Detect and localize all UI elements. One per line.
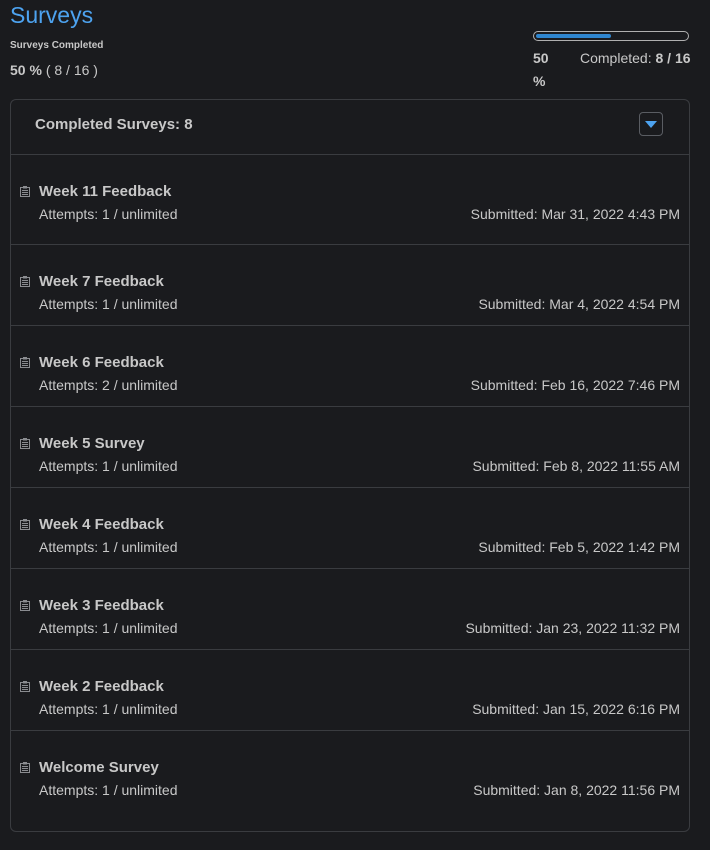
survey-list: Week 11 Feedback Attempts: 1 / unlimited S… [11, 155, 689, 811]
survey-row: Week 3 Feedback Attempts: 1 / unlimited Su… [11, 569, 689, 650]
survey-submitted-date: Submitted: Jan 15, 2022 6:16 PM [472, 701, 680, 717]
survey-row: Welcome Survey Attempts: 1 / unlimited Sub… [11, 731, 689, 811]
panel-header: Completed Surveys: 8 [11, 100, 689, 155]
clipboard-icon [20, 186, 30, 197]
survey-row: Week 11 Feedback Attempts: 1 / unlimited S… [11, 155, 689, 245]
progress-fill [536, 34, 611, 38]
clipboard-icon [20, 357, 30, 368]
survey-attempts: Attempts: 1 / unlimited [39, 296, 178, 312]
survey-attempts: Attempts: 1 / unlimited [39, 701, 178, 717]
collapse-button[interactable] [639, 112, 663, 136]
survey-row: Week 7 Feedback Attempts: 1 / unlimited Su… [11, 245, 689, 326]
clipboard-icon [20, 519, 30, 530]
survey-name-link[interactable]: Week 4 Feedback [39, 516, 164, 533]
summary-label: Surveys Completed [10, 40, 104, 51]
survey-row: Week 4 Feedback Attempts: 1 / unlimited Su… [11, 488, 689, 569]
progress-area: 50 % Completed: 8 / 16 [533, 31, 691, 89]
progress-completed-label: Completed: [580, 50, 652, 66]
survey-submitted-date: Submitted: Feb 8, 2022 11:55 AM [472, 458, 680, 474]
survey-attempts: Attempts: 1 / unlimited [39, 620, 178, 636]
survey-row: Week 6 Feedback Attempts: 2 / unlimited Su… [11, 326, 689, 407]
progress-percent: 50 % [533, 50, 549, 89]
clipboard-icon [20, 762, 30, 773]
summary-percent: 50 % [10, 62, 42, 78]
clipboard-icon [20, 600, 30, 611]
survey-submitted-date: Submitted: Jan 23, 2022 11:32 PM [465, 620, 680, 636]
survey-name-link[interactable]: Welcome Survey [39, 759, 159, 776]
survey-name-link[interactable]: Week 5 Survey [39, 435, 145, 452]
survey-attempts: Attempts: 2 / unlimited [39, 377, 178, 393]
survey-name-link[interactable]: Week 3 Feedback [39, 597, 164, 614]
survey-attempts: Attempts: 1 / unlimited [39, 782, 178, 798]
survey-name-link[interactable]: Week 6 Feedback [39, 354, 164, 371]
progress-bar [533, 31, 689, 41]
survey-submitted-date: Submitted: Feb 16, 2022 7:46 PM [470, 377, 680, 393]
summary-count: ( 8 / 16 ) [45, 62, 98, 78]
survey-attempts: Attempts: 1 / unlimited [39, 458, 178, 474]
survey-submitted-date: Submitted: Jan 8, 2022 11:56 PM [473, 782, 680, 798]
survey-submitted-date: Submitted: Mar 31, 2022 4:43 PM [470, 206, 680, 222]
survey-submitted-date: Submitted: Mar 4, 2022 4:54 PM [478, 296, 680, 312]
survey-attempts: Attempts: 1 / unlimited [39, 206, 178, 222]
caret-down-icon [645, 121, 657, 128]
survey-name-link[interactable]: Week 11 Feedback [39, 183, 171, 200]
survey-name-link[interactable]: Week 2 Feedback [39, 678, 164, 695]
summary-value: 50 % ( 8 / 16 ) [10, 62, 98, 78]
panel-title: Completed Surveys: 8 [35, 116, 193, 133]
survey-name-link[interactable]: Week 7 Feedback [39, 273, 164, 290]
page-title: Surveys [10, 2, 94, 28]
clipboard-icon [20, 438, 30, 449]
clipboard-icon [20, 276, 30, 287]
clipboard-icon [20, 681, 30, 692]
progress-completed: Completed: 8 / 16 [580, 47, 692, 70]
survey-row: Week 5 Survey Attempts: 1 / unlimited Subm… [11, 407, 689, 488]
survey-submitted-date: Submitted: Feb 5, 2022 1:42 PM [478, 539, 680, 555]
survey-attempts: Attempts: 1 / unlimited [39, 539, 178, 555]
survey-row: Week 2 Feedback Attempts: 1 / unlimited Su… [11, 650, 689, 731]
completed-surveys-panel: Completed Surveys: 8 Week 11 Feedback Att… [10, 99, 690, 832]
progress-completed-value: 8 / 16 [655, 50, 691, 66]
